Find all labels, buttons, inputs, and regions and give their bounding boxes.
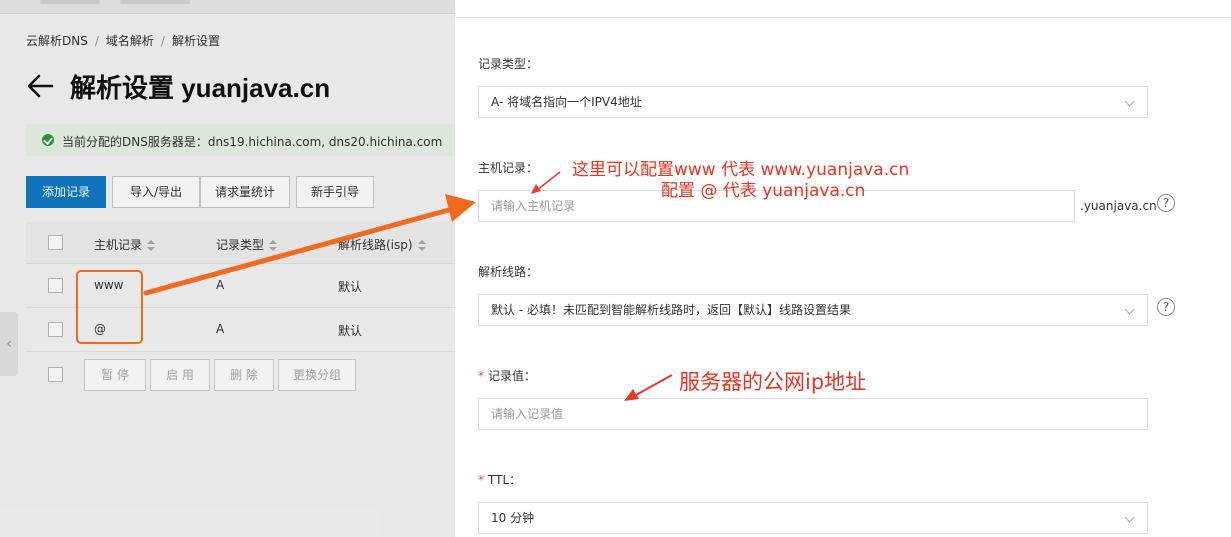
host-annotation-line2: 配置 @ 代表 yuanjava.cn bbox=[661, 181, 866, 201]
annotation-arrows bbox=[143, 171, 673, 401]
value-annotation: 服务器的公网ip地址 bbox=[679, 370, 867, 394]
value-arrow-icon bbox=[624, 374, 673, 401]
big-arrow-icon bbox=[143, 194, 476, 296]
small-arrow-icon bbox=[531, 171, 561, 194]
